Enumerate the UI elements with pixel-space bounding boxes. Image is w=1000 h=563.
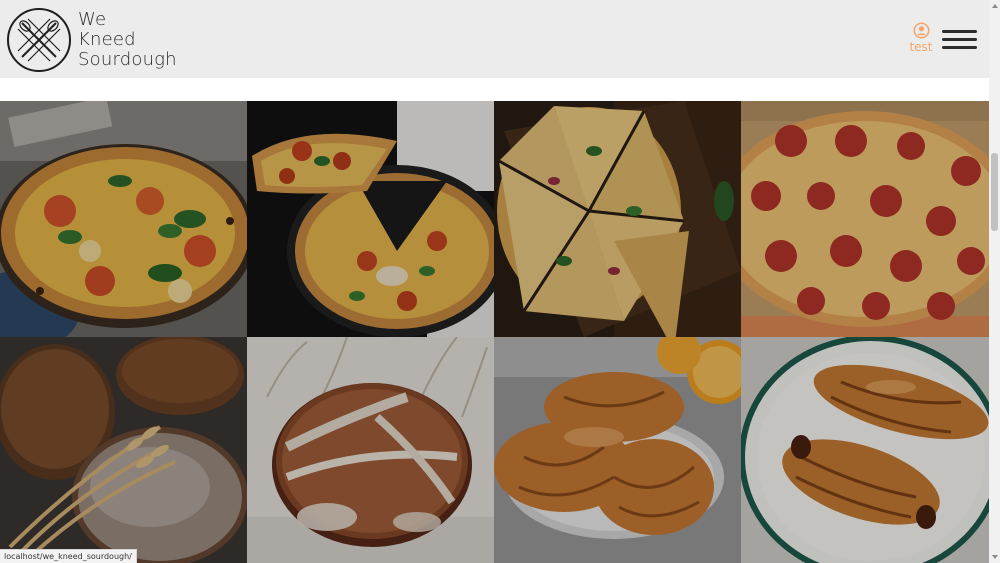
gallery-image-sourdough-loaves[interactable] [0, 337, 247, 563]
scrollbar-thumb[interactable] [991, 153, 998, 231]
scroll-down-arrow-icon[interactable] [992, 555, 998, 559]
user-circle-icon [913, 22, 929, 39]
gallery-image-sliced-pizza[interactable] [494, 101, 741, 337]
menu-bar-2 [942, 38, 977, 41]
hamburger-menu-button[interactable] [942, 27, 978, 53]
gallery-image-pizza-in-pan[interactable] [247, 101, 494, 337]
pan-pizza-image [247, 101, 494, 337]
menu-bar-3 [942, 46, 977, 49]
user-account-button[interactable]: test [905, 22, 937, 58]
menu-bar-1 [942, 30, 977, 33]
gallery-image-sourdough-boule[interactable] [247, 337, 494, 563]
brand-line-3: Sourdough [78, 49, 177, 70]
croissants-plate-image [741, 337, 989, 563]
scroll-up-arrow-icon[interactable] [992, 4, 998, 8]
gallery-image-margherita-pizza[interactable] [0, 101, 247, 337]
browser-status-url: localhost/we_kneed_sourdough/ [0, 549, 137, 563]
gallery-image-croissants-plate[interactable] [741, 337, 989, 563]
brand-name: We Kneed Sourdough [78, 10, 177, 70]
gallery-image-croissants-orange[interactable] [494, 337, 741, 563]
brand-line-2: Kneed [78, 29, 136, 50]
vertical-scrollbar[interactable] [989, 0, 1000, 563]
username-label: test [909, 40, 933, 54]
gallery-image-pepperoni-pizza[interactable] [741, 101, 989, 337]
brand-line-1: We [78, 9, 107, 30]
margherita-pizza-image [0, 101, 247, 337]
site-header: We Kneed Sourdough test [0, 0, 989, 78]
sourdough-boule-image [247, 337, 494, 563]
image-gallery [0, 101, 989, 563]
whisks-logo-icon [7, 8, 71, 72]
brand-logo-link[interactable]: We Kneed Sourdough [6, 6, 177, 74]
sliced-pizza-image [494, 101, 741, 337]
croissants-orange-image [494, 337, 741, 563]
pepperoni-pizza-image [741, 101, 989, 337]
sourdough-loaves-image [0, 337, 247, 563]
page: We Kneed Sourdough test localhost/we_kne… [0, 0, 1000, 563]
